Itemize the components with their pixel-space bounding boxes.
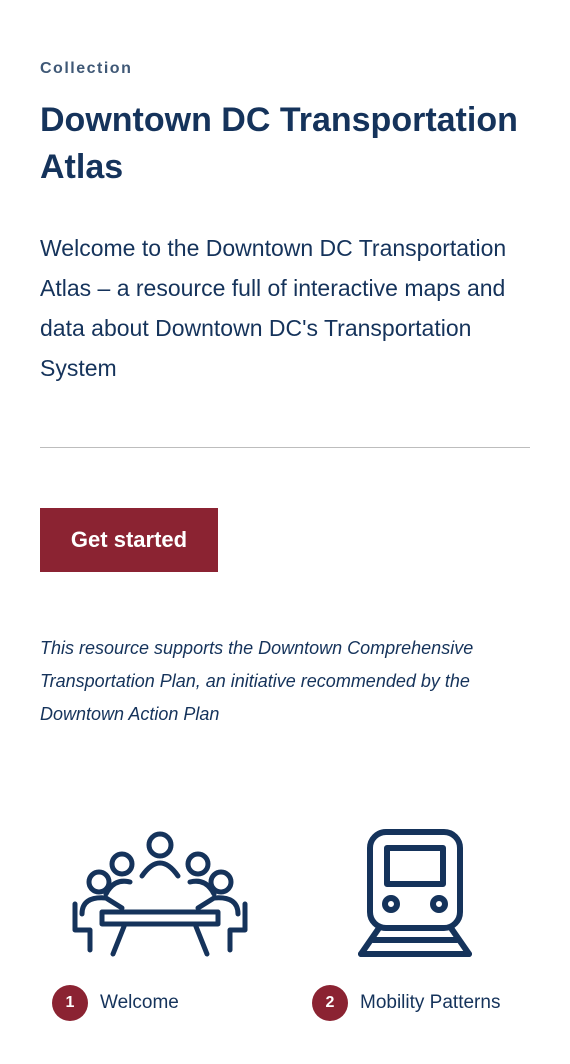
card-footer: 1 Welcome	[52, 985, 179, 1021]
card-label-mobility-patterns: Mobility Patterns	[360, 992, 501, 1013]
resource-note: This resource supports the Downtown Comp…	[40, 638, 474, 724]
step-badge: 1	[52, 985, 88, 1021]
section-card-mobility-patterns[interactable]: 2 Mobility Patterns	[300, 820, 540, 1030]
section-card-welcome[interactable]: 1 Welcome	[40, 820, 280, 1030]
card-label-welcome: Welcome	[100, 992, 179, 1013]
collection-label: Collection	[40, 60, 133, 77]
step-badge: 2	[312, 985, 348, 1021]
section-divider	[40, 447, 530, 448]
card-footer: 2 Mobility Patterns	[312, 985, 500, 1021]
page-title: Downtown DC Transportation Atlas	[40, 101, 518, 186]
get-started-button[interactable]: Get started	[40, 508, 218, 572]
intro-text: Welcome to the Downtown DC Transportatio…	[40, 235, 507, 381]
meeting-table-icon	[72, 831, 248, 957]
train-icon	[358, 829, 472, 957]
